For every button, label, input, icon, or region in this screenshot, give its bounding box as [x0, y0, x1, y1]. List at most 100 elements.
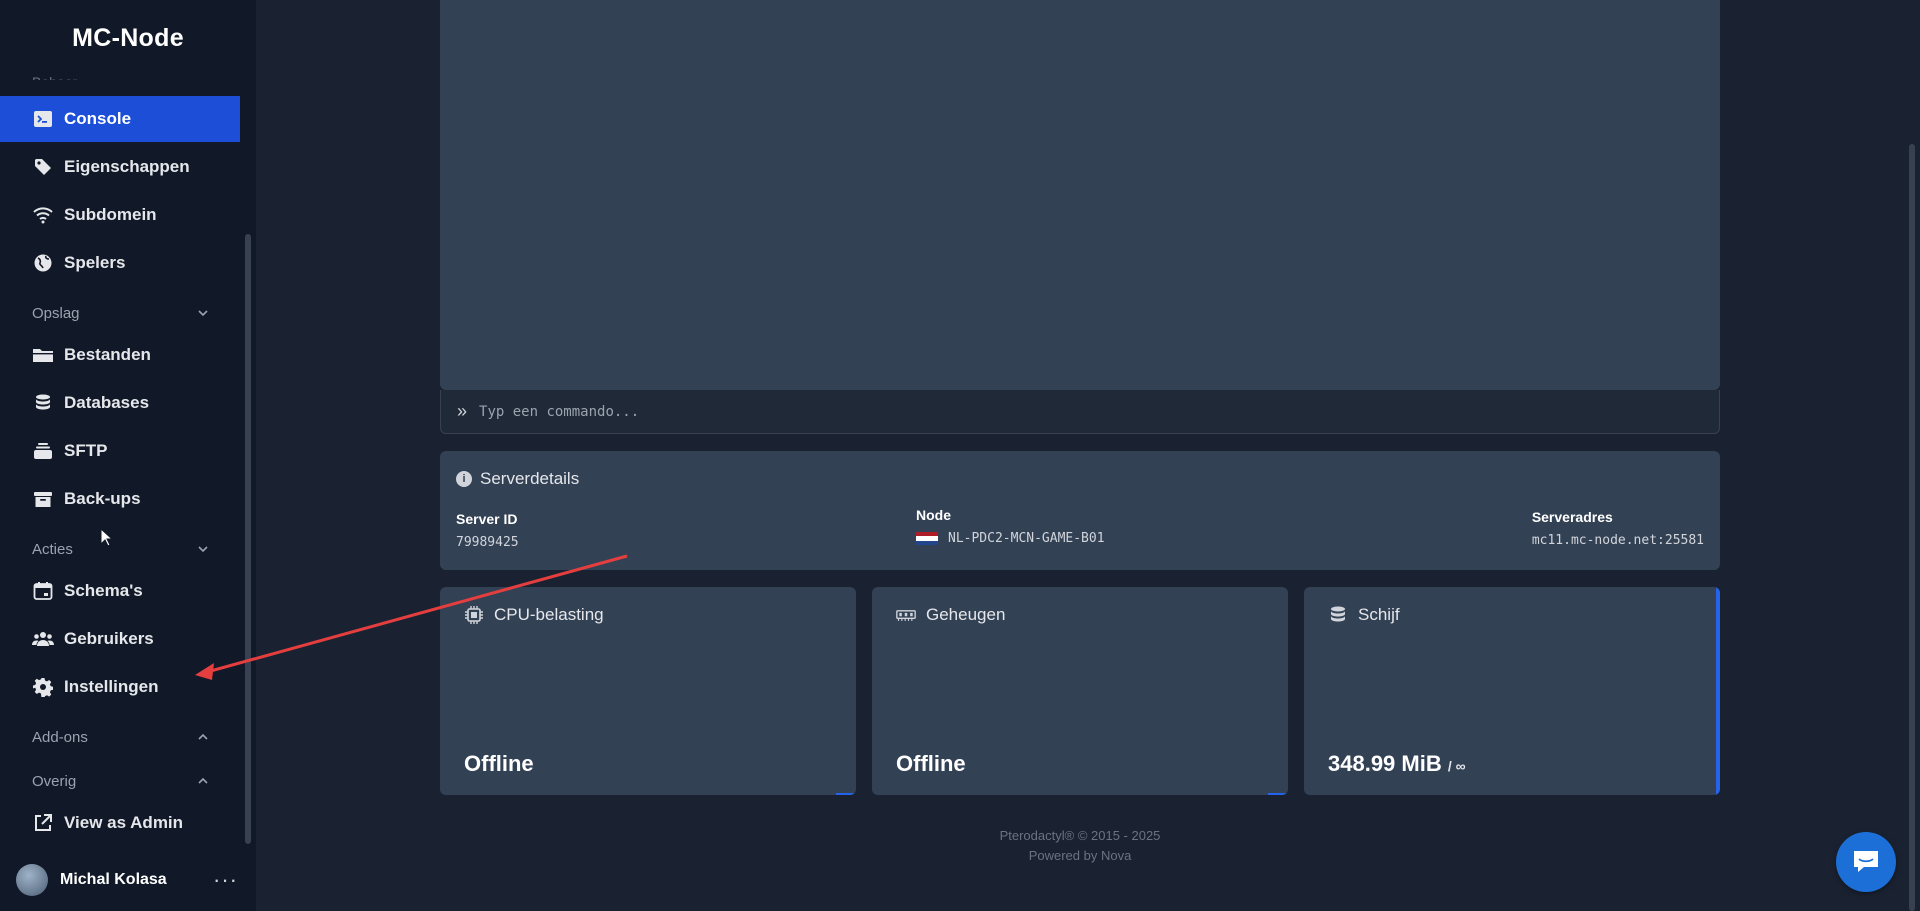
server-address-value[interactable]: mc11.mc-node.net:25581: [1532, 533, 1704, 548]
group-label: Opslag: [32, 304, 80, 322]
sidebar-item-gebruikers[interactable]: Gebruikers: [0, 616, 240, 662]
brand-logo[interactable]: MC-Node: [0, 24, 256, 53]
sidebar-item-instellingen[interactable]: Instellingen: [0, 664, 240, 710]
chevron-up-icon: [198, 733, 208, 740]
sidebar-item-label: Spelers: [64, 253, 126, 272]
disk-stat-limit: / ∞: [1447, 758, 1466, 774]
group-opslag[interactable]: Opslag: [32, 301, 210, 325]
chat-button[interactable]: [1836, 832, 1896, 892]
group-label: Overig: [32, 772, 77, 790]
disk-stat-value: 348.99 MiB: [1328, 751, 1442, 776]
stack-icon: [32, 440, 54, 462]
cpu-stat-title: CPU-belasting: [494, 605, 604, 624]
avatar: [16, 864, 48, 896]
sidebar-item-spelers[interactable]: Spelers: [0, 240, 240, 286]
user-menu[interactable]: Michal Kolasa ···: [0, 858, 256, 902]
chevron-double-right-icon: »: [457, 401, 468, 421]
memory-stat-value: Offline: [896, 751, 966, 776]
chat-icon: [1854, 851, 1878, 872]
footer-powered-by[interactable]: Powered by Nova: [440, 846, 1720, 866]
sidebar-item-sftp[interactable]: SFTP: [0, 428, 240, 474]
globe-icon: [32, 252, 54, 274]
database-icon: [32, 392, 54, 414]
mouse-cursor-icon: [100, 528, 114, 547]
node-label: Node: [916, 507, 951, 523]
disk-stat-card: Schijf 348.99 MiB / ∞: [1304, 587, 1720, 795]
user-name: Michal Kolasa: [60, 871, 167, 888]
sidebar-item-label: Console: [64, 109, 132, 128]
server-address-block: Serveradres mc11.mc-node.net:25581: [1532, 509, 1704, 548]
group-overig[interactable]: Overig: [32, 769, 210, 793]
users-icon: [32, 628, 54, 650]
command-input[interactable]: [479, 403, 1680, 420]
server-id-block: Server ID 79989425: [456, 511, 519, 550]
netherlands-flag-icon: [916, 531, 938, 546]
sidebar-item-label: Bestanden: [64, 345, 151, 364]
cpu-stat-card: CPU-belasting Offline: [440, 587, 856, 795]
group-label: Acties: [32, 540, 73, 558]
more-options-icon[interactable]: ···: [213, 867, 238, 893]
node-value[interactable]: NL-PDC2-MCN-GAME-B01: [948, 531, 1105, 546]
node-value-row: NL-PDC2-MCN-GAME-B01: [916, 531, 1105, 546]
sidebar: MC-Node Beheer Console Eigenschappen Sub…: [0, 0, 256, 911]
server-details-header: i Serverdetails: [456, 469, 579, 489]
node-block: Node NL-PDC2-MCN-GAME-B01: [916, 507, 1105, 546]
footer-copyright[interactable]: Pterodactyl® © 2015 - 2025: [440, 826, 1720, 846]
disk-stat-title: Schijf: [1358, 605, 1400, 624]
terminal-icon: [32, 108, 54, 130]
server-details-title: Serverdetails: [480, 469, 580, 488]
sidebar-item-label: Databases: [64, 393, 150, 412]
console-output[interactable]: [440, 0, 1720, 390]
disk-stat-header: Schijf: [1328, 605, 1400, 625]
page-scrollbar[interactable]: [1909, 144, 1915, 911]
memory-stat-header: Geheugen: [896, 605, 1005, 625]
sidebar-item-schemas[interactable]: Schema's: [0, 568, 240, 614]
sidebar-item-label: Schema's: [64, 581, 143, 600]
group-label: Add-ons: [32, 728, 88, 746]
chevron-down-icon: [198, 546, 208, 553]
server-id-label: Server ID: [456, 511, 518, 527]
sidebar-item-backups[interactable]: Back-ups: [0, 476, 240, 522]
archive-icon: [32, 488, 54, 510]
sidebar-item-label: SFTP: [64, 441, 108, 460]
group-addons[interactable]: Add-ons: [32, 725, 210, 749]
server-address-label: Serveradres: [1531, 509, 1613, 525]
command-bar: »: [440, 390, 1720, 434]
cpu-stat-header: CPU-belasting: [464, 605, 604, 625]
cpu-icon: [464, 605, 484, 625]
sidebar-item-label: Gebruikers: [64, 629, 154, 648]
cpu-usage-bar: [836, 793, 856, 795]
wifi-icon: [32, 204, 54, 226]
section-label-beheer: Beheer: [32, 70, 77, 80]
sidebar-item-label: Subdomein: [64, 205, 157, 224]
chevron-up-icon: [198, 777, 208, 784]
sidebar-item-label: View as Admin: [64, 813, 184, 832]
sidebar-item-bestanden[interactable]: Bestanden: [0, 332, 240, 378]
cpu-stat-value: Offline: [464, 751, 534, 776]
sidebar-item-databases[interactable]: Databases: [0, 380, 240, 426]
sidebar-item-label: Instellingen: [64, 677, 159, 696]
footer: Pterodactyl® © 2015 - 2025 Powered by No…: [440, 826, 1720, 866]
tag-icon: [32, 156, 54, 178]
sidebar-item-view-as-admin[interactable]: View as Admin: [0, 800, 240, 846]
disk-stat-value-row: 348.99 MiB / ∞: [1328, 751, 1466, 777]
folder-icon: [32, 344, 54, 366]
sidebar-item-label: Eigenschappen: [64, 157, 190, 176]
memory-usage-bar: [1268, 793, 1288, 795]
calendar-icon: [32, 580, 54, 602]
gear-icon: [32, 676, 54, 698]
memory-stat-title: Geheugen: [926, 605, 1006, 624]
sidebar-item-console[interactable]: Console: [0, 96, 240, 142]
chevron-down-icon: [198, 310, 208, 317]
group-acties[interactable]: Acties: [32, 537, 210, 561]
sidebar-item-subdomein[interactable]: Subdomein: [0, 192, 240, 238]
disk-usage-indicator: [1716, 587, 1720, 795]
database-icon: [1328, 605, 1348, 625]
sidebar-item-eigenschappen[interactable]: Eigenschappen: [0, 144, 240, 190]
server-id-value[interactable]: 79989425: [456, 535, 519, 550]
info-icon: i: [456, 471, 472, 487]
sidebar-item-label: Back-ups: [64, 489, 141, 508]
sidebar-scrollbar[interactable]: [245, 234, 251, 844]
server-details-panel: i Serverdetails Server ID 79989425 Node …: [440, 451, 1720, 570]
external-link-icon: [32, 812, 54, 834]
